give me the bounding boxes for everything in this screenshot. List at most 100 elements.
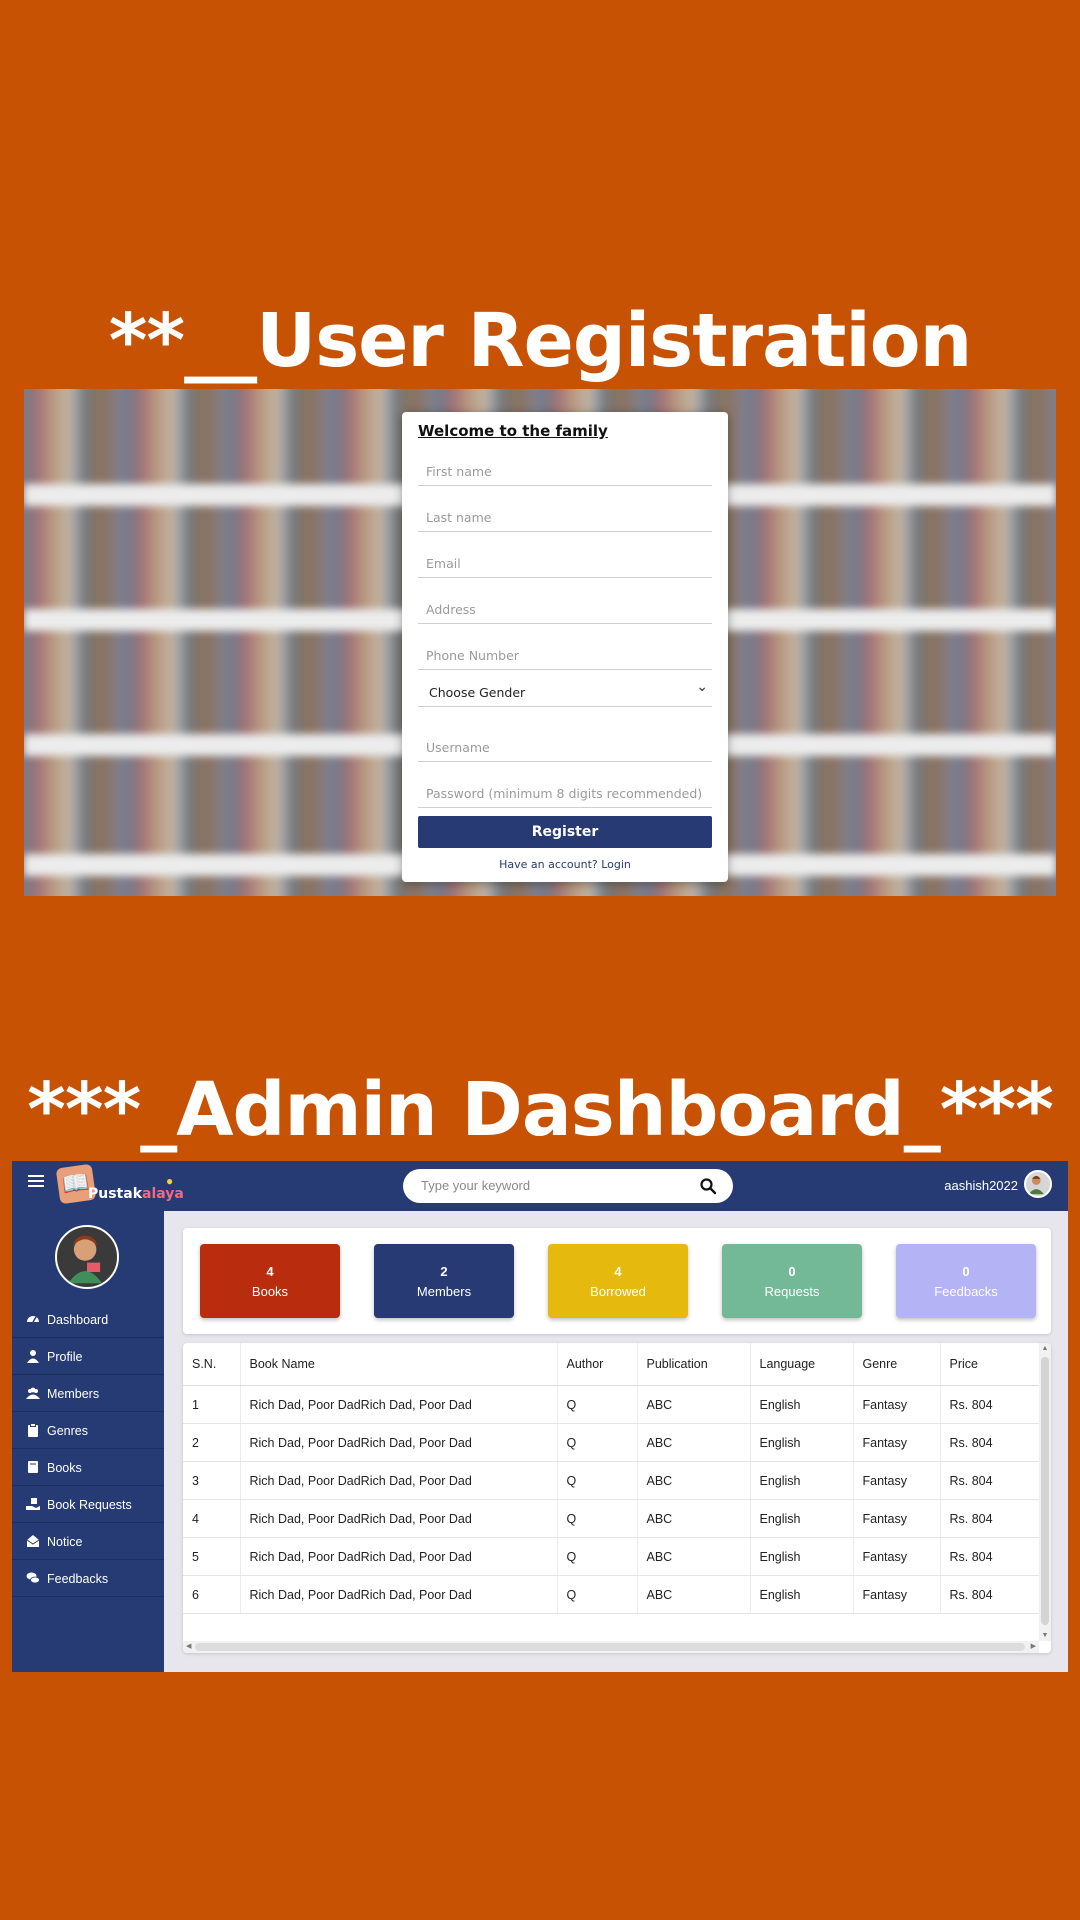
stat-value: 2 — [440, 1264, 448, 1279]
stat-feedbacks[interactable]: 0 Feedbacks — [896, 1244, 1036, 1318]
column-header[interactable]: Language — [749, 1343, 853, 1386]
chevron-down-icon: ⌄ — [696, 679, 708, 695]
scroll-left-icon[interactable]: ◀ — [186, 1642, 191, 1650]
tachometer-icon — [27, 1316, 39, 1323]
sidebar-item-genres[interactable]: Genres — [12, 1412, 164, 1449]
stat-value: 4 — [614, 1264, 622, 1279]
table-cell: Rich Dad, Poor DadRich Dad, Poor Dad — [239, 1575, 557, 1614]
table-header-row: S.N. Book Name Author Publication Langua… — [183, 1343, 1039, 1386]
current-username[interactable]: aashish2022 — [944, 1178, 1018, 1193]
register-button[interactable]: Register — [418, 816, 712, 848]
registration-screenshot: Welcome to the family Choose Gender ⌄ Re… — [24, 389, 1056, 896]
horizontal-scrollbar[interactable]: ◀ ▶ — [183, 1641, 1039, 1653]
table-cell: English — [749, 1499, 853, 1538]
table-cell: Rs. 804 — [939, 1385, 1039, 1424]
search-icon[interactable] — [699, 1177, 717, 1195]
stat-label: Borrowed — [590, 1284, 646, 1299]
table-cell: Fantasy — [852, 1423, 940, 1462]
column-header[interactable]: Book Name — [239, 1343, 557, 1386]
table-cell: English — [749, 1575, 853, 1614]
table-row[interactable]: 6 Rich Dad, Poor DadRich Dad, Poor Dad Q AB… — [183, 1575, 1039, 1614]
table-cell: ABC — [636, 1385, 750, 1424]
search-input[interactable] — [419, 1177, 693, 1194]
column-header[interactable]: Genre — [852, 1343, 940, 1386]
sidebar-item-label: Dashboard — [47, 1313, 109, 1327]
gender-select-value: Choose Gender — [429, 685, 526, 700]
lightbulb-icon: ● — [166, 1174, 174, 1188]
table-row[interactable]: 3 Rich Dad, Poor DadRich Dad, Poor Dad Q AB… — [183, 1461, 1039, 1500]
table-cell: 4 — [183, 1499, 240, 1538]
email-field[interactable] — [418, 550, 712, 578]
hand-book-icon — [26, 1498, 40, 1510]
user-avatar[interactable] — [1024, 1170, 1052, 1198]
table-cell: Rs. 804 — [939, 1537, 1039, 1576]
table-row[interactable]: 1 Rich Dad, Poor DadRich Dad, Poor Dad Q AB… — [183, 1385, 1039, 1424]
stat-value: 0 — [962, 1264, 970, 1279]
table-cell: Rich Dad, Poor DadRich Dad, Poor Dad — [239, 1461, 557, 1500]
sidebar-item-feedbacks[interactable]: Feedbacks — [12, 1560, 164, 1597]
stat-books[interactable]: 4 Books — [200, 1244, 340, 1318]
profile-avatar — [55, 1225, 119, 1289]
scroll-down-icon[interactable]: ▼ — [1039, 1632, 1051, 1639]
stat-label: Feedbacks — [934, 1284, 998, 1299]
scrollbar-thumb[interactable] — [1041, 1357, 1049, 1625]
table-cell: English — [749, 1385, 853, 1424]
first-name-field[interactable] — [418, 458, 712, 486]
table-cell: 6 — [183, 1575, 240, 1614]
table-cell: Q — [556, 1461, 637, 1500]
scroll-right-icon[interactable]: ▶ — [1031, 1642, 1036, 1650]
sidebar-item-notice[interactable]: Notice — [12, 1523, 164, 1560]
table-cell: Fantasy — [852, 1385, 940, 1424]
stat-value: 4 — [266, 1264, 274, 1279]
sidebar-item-label: Genres — [47, 1424, 88, 1438]
sidebar-item-members[interactable]: Members — [12, 1375, 164, 1412]
table-cell: English — [749, 1461, 853, 1500]
username-field[interactable] — [418, 734, 712, 762]
column-header[interactable]: S.N. — [183, 1343, 240, 1386]
stat-borrowed[interactable]: 4 Borrowed — [548, 1244, 688, 1318]
password-field[interactable] — [418, 780, 712, 808]
sidebar-item-dashboard[interactable]: Dashboard — [12, 1301, 164, 1338]
brand-logo[interactable]: Pustakalaya — [88, 1186, 184, 1202]
sidebar: Dashboard Profile Members Genres Books B… — [12, 1211, 164, 1672]
table-row[interactable]: 5 Rich Dad, Poor DadRich Dad, Poor Dad Q AB… — [183, 1537, 1039, 1576]
sidebar-item-label: Books — [47, 1461, 82, 1475]
column-header[interactable]: Author — [556, 1343, 637, 1386]
sidebar-item-label: Notice — [47, 1535, 83, 1549]
address-field[interactable] — [418, 596, 712, 624]
table-cell: 1 — [183, 1385, 240, 1424]
column-header[interactable]: Publication — [636, 1343, 750, 1386]
table-cell: Rich Dad, Poor DadRich Dad, Poor Dad — [239, 1385, 557, 1424]
table-cell: Rich Dad, Poor DadRich Dad, Poor Dad — [239, 1499, 557, 1538]
column-header[interactable]: Price — [939, 1343, 1039, 1386]
books-table-panel: S.N. Book Name Author Publication Langua… — [183, 1343, 1051, 1653]
table-row[interactable]: 4 Rich Dad, Poor DadRich Dad, Poor Dad Q AB… — [183, 1499, 1039, 1538]
table-cell: ABC — [636, 1537, 750, 1576]
table-cell: Rs. 804 — [939, 1423, 1039, 1462]
sidebar-item-label: Members — [47, 1387, 100, 1401]
scrollbar-thumb[interactable] — [195, 1643, 1025, 1651]
table-row[interactable]: 2 Rich Dad, Poor DadRich Dad, Poor Dad Q AB… — [183, 1423, 1039, 1462]
table-cell: Q — [556, 1423, 637, 1462]
phone-field[interactable] — [418, 642, 712, 670]
search-bar — [403, 1169, 733, 1203]
vertical-scrollbar[interactable]: ▲ ▼ — [1039, 1343, 1051, 1641]
table-cell: Rs. 804 — [939, 1461, 1039, 1500]
users-icon — [26, 1387, 40, 1399]
table-cell: 3 — [183, 1461, 240, 1500]
last-name-field[interactable] — [418, 504, 712, 532]
comments-icon — [26, 1572, 40, 1584]
stat-members[interactable]: 2 Members — [374, 1244, 514, 1318]
stat-label: Members — [416, 1284, 472, 1299]
login-link[interactable]: Have an account? Login — [402, 858, 728, 871]
form-title: Welcome to the family — [418, 422, 608, 440]
sidebar-item-profile[interactable]: Profile — [12, 1338, 164, 1375]
sidebar-item-book-requests[interactable]: Book Requests — [12, 1486, 164, 1523]
gender-select[interactable]: Choose Gender ⌄ — [418, 677, 712, 707]
registration-form: Welcome to the family Choose Gender ⌄ Re… — [402, 412, 728, 882]
sidebar-item-books[interactable]: Books — [12, 1449, 164, 1486]
hamburger-menu-icon[interactable] — [28, 1173, 44, 1187]
stat-requests[interactable]: 0 Requests — [722, 1244, 862, 1318]
table-cell: ABC — [636, 1461, 750, 1500]
scroll-up-icon[interactable]: ▲ — [1039, 1345, 1051, 1352]
